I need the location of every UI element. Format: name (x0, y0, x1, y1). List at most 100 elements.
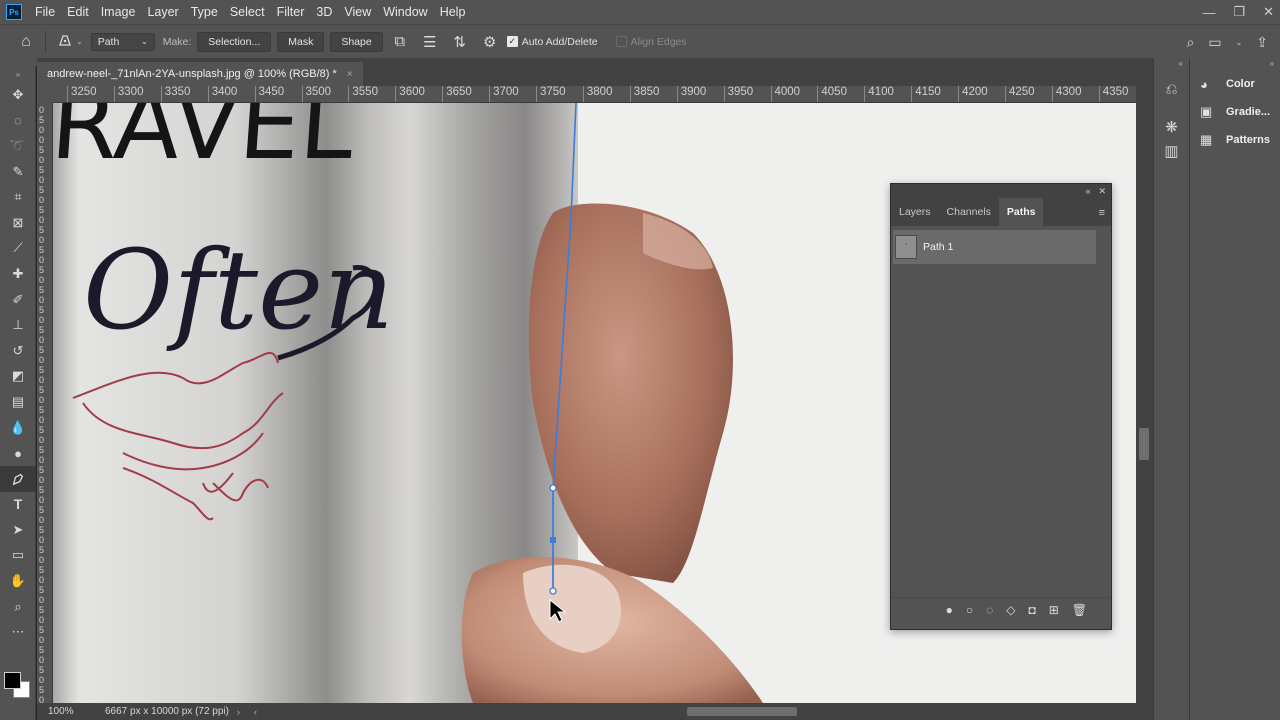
move-tool-icon[interactable]: ✥ (0, 82, 36, 108)
search-icon[interactable]: ⌕ (1186, 34, 1194, 51)
gear-icon[interactable]: ⚙ (479, 33, 501, 51)
restore-button[interactable]: ❐ (1233, 4, 1245, 20)
menu-filter[interactable]: Filter (271, 0, 311, 24)
bezier-handle-bottom[interactable] (549, 587, 557, 595)
tab-layers[interactable]: Layers (891, 198, 939, 226)
color-swatches[interactable] (4, 672, 32, 700)
align-edges-checkbox[interactable]: Align Edges (615, 36, 687, 48)
load-as-selection-icon[interactable]: ◌ (986, 603, 993, 617)
menu-help[interactable]: Help (434, 0, 472, 24)
quick-selection-tool-icon[interactable]: ✎ (0, 159, 36, 185)
ruler-horizontal[interactable]: 3250 3300 3350 3400 3450 3500 3550 3600 3650 3700… (53, 86, 1136, 103)
eyedropper-tool-icon[interactable]: ⟋ (0, 236, 36, 262)
gradient-tool-icon[interactable]: ▤ (0, 389, 36, 415)
healing-brush-tool-icon[interactable]: ✚ (0, 261, 36, 287)
new-path-icon[interactable]: ⊞ (1049, 603, 1059, 617)
panel-tabs: Layers Channels Paths ≡ (891, 198, 1111, 226)
home-icon[interactable]: ⌂ (15, 33, 37, 51)
ruler-tick-digit: 0 (39, 195, 45, 205)
marquee-tool-icon[interactable]: ◌ (0, 108, 36, 134)
ruler-tick-digit: 0 (39, 295, 45, 305)
history-panel-icon[interactable]: ⎌ (1154, 70, 1189, 108)
menu-type[interactable]: Type (185, 0, 224, 24)
menu-layer[interactable]: Layer (141, 0, 184, 24)
ruler-origin[interactable] (37, 86, 53, 103)
panel-menu-icon[interactable]: ≡ (1099, 207, 1105, 219)
tab-paths[interactable]: Paths (998, 198, 1044, 226)
history-brush-tool-icon[interactable]: ↺ (0, 338, 36, 364)
collapse-arrows-icon[interactable]: « (1085, 186, 1090, 196)
pen-tool-preset-icon[interactable] (54, 32, 76, 52)
make-work-path-icon[interactable]: ◇ (1006, 603, 1015, 617)
ruler-tick-label: 3750 (536, 86, 566, 102)
dock-color-panel[interactable]: ◕ Color (1190, 70, 1280, 98)
make-shape-button[interactable]: Shape (330, 31, 383, 52)
histogram-panel-icon[interactable]: ▥ (1154, 132, 1189, 170)
dodge-tool-icon[interactable]: ● (0, 440, 36, 466)
toolbar-collapse-icon[interactable]: » (0, 66, 36, 82)
workspace-icon[interactable]: ▭ (1208, 34, 1221, 51)
more-tools-icon[interactable]: ⋯ (0, 619, 36, 645)
menu-view[interactable]: View (338, 0, 377, 24)
anchor-point[interactable] (550, 537, 556, 543)
photoshop-logo[interactable]: Ps (6, 4, 22, 20)
trash-icon[interactable]: 🗑 (1072, 603, 1087, 617)
dock-gradients-panel[interactable]: ▣ Gradie... (1190, 98, 1280, 126)
collapse-arrows-icon[interactable]: » (1190, 58, 1280, 70)
bezier-handle-top[interactable] (549, 484, 557, 492)
path-selection-tool-icon[interactable]: ➤ (0, 517, 36, 543)
menu-image[interactable]: Image (95, 0, 142, 24)
minimize-button[interactable]: — (1202, 5, 1215, 20)
make-mask-button[interactable]: Mask (277, 31, 325, 52)
ruler-tick-digit: 5 (39, 545, 45, 555)
lasso-tool-icon[interactable]: ➰ (0, 133, 36, 159)
collapse-arrows-icon[interactable]: « (1154, 58, 1189, 70)
zoom-tool-icon[interactable]: ⌕ (0, 594, 36, 620)
share-icon[interactable]: ⇪ (1256, 34, 1268, 51)
ruler-tick-digit: 0 (39, 105, 45, 115)
rectangle-tool-icon[interactable]: ▭ (0, 543, 36, 569)
zoom-level-field[interactable]: 100% (37, 706, 97, 717)
menu-window[interactable]: Window (377, 0, 433, 24)
menu-select[interactable]: Select (224, 0, 271, 24)
brush-tool-icon[interactable]: ✐ (0, 287, 36, 313)
type-tool-icon[interactable]: T (0, 492, 36, 518)
foreground-color-swatch[interactable] (4, 672, 21, 689)
panel-titlebar[interactable]: « ✕ (891, 184, 1111, 198)
make-selection-button[interactable]: Selection... (197, 31, 272, 52)
vertical-scroll-thumb[interactable] (1139, 428, 1149, 460)
dock-patterns-panel[interactable]: ▦ Patterns (1190, 126, 1280, 154)
vertical-scrollbar[interactable] (1136, 86, 1153, 703)
chevron-down-icon[interactable]: ⌄ (76, 37, 83, 46)
menu-file[interactable]: File (29, 0, 61, 24)
close-icon[interactable]: × (347, 69, 353, 80)
eraser-tool-icon[interactable]: ◩ (0, 364, 36, 390)
tab-channels[interactable]: Channels (939, 198, 999, 226)
clone-stamp-tool-icon[interactable]: ⊥ (0, 312, 36, 338)
path-alignment-icon[interactable]: ☰ (419, 33, 441, 51)
path-list-item[interactable]: ˇ Path 1 (893, 230, 1096, 264)
menu-3d[interactable]: 3D (310, 0, 338, 24)
crop-tool-icon[interactable]: ⌗ (0, 184, 36, 210)
pen-tool-icon[interactable] (0, 465, 36, 492)
document-tab[interactable]: andrew-neel-_71nlAn-2YA-unsplash.jpg @ 1… (37, 62, 363, 86)
hand-tool-icon[interactable]: ✋ (0, 568, 36, 594)
close-icon[interactable]: ✕ (1098, 186, 1106, 197)
path-arrangement-icon[interactable]: ⇅ (449, 33, 471, 51)
status-menu-arrow-icon[interactable]: › (237, 707, 240, 717)
blur-tool-icon[interactable]: 💧 (0, 415, 36, 441)
scroll-left-icon[interactable]: ‹ (254, 707, 257, 717)
path-operations-icon[interactable]: ⧉ (389, 33, 411, 50)
add-mask-icon[interactable]: ◘ (1028, 603, 1035, 617)
auto-add-delete-checkbox[interactable]: ✓ Auto Add/Delete (506, 36, 598, 48)
ruler-vertical[interactable]: 0500505050505050505050505050505050505050… (37, 103, 53, 703)
chevron-down-icon[interactable]: ⌄ (1236, 38, 1243, 47)
tool-mode-select[interactable]: Path ⌄ (90, 32, 155, 51)
stroke-path-icon[interactable]: ○ (966, 603, 973, 617)
menu-edit[interactable]: Edit (61, 0, 95, 24)
frame-tool-icon[interactable]: ⊠ (0, 210, 36, 236)
fill-path-icon[interactable]: ● (946, 603, 953, 617)
close-window-button[interactable]: ✕ (1263, 4, 1274, 20)
status-bar: 100% 6667 px x 10000 px (72 ppi) › ‹ (37, 703, 1153, 720)
horizontal-scroll-thumb[interactable] (687, 707, 797, 716)
